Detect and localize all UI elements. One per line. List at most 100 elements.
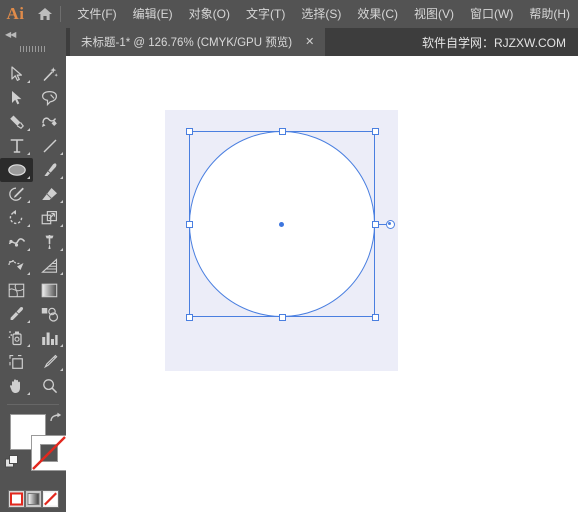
hand-tool[interactable] bbox=[0, 374, 33, 398]
document-canvas[interactable] bbox=[66, 56, 578, 512]
menu-item-type[interactable]: 文字(T) bbox=[238, 3, 293, 25]
document-tab-title: 未标题-1* @ 126.76% (CMYK/GPU 预览) bbox=[81, 37, 293, 49]
default-fill-stroke-icon[interactable] bbox=[5, 455, 19, 474]
paintbrush-tool[interactable] bbox=[33, 158, 66, 182]
mesh-tool[interactable] bbox=[0, 278, 33, 302]
pen-tool[interactable] bbox=[0, 110, 33, 134]
tool-row bbox=[0, 134, 66, 158]
menu-item-view[interactable]: 视图(V) bbox=[406, 3, 462, 25]
handle-top-left[interactable] bbox=[185, 127, 193, 135]
handle-middle-left[interactable] bbox=[185, 220, 193, 228]
symbol-sprayer-tool[interactable] bbox=[0, 326, 33, 350]
home-icon[interactable] bbox=[31, 0, 58, 28]
flyout-corner-icon bbox=[60, 152, 63, 155]
tool-grid bbox=[0, 62, 66, 398]
menu-item-file[interactable]: 文件(F) bbox=[69, 3, 124, 25]
tool-row bbox=[0, 278, 66, 302]
direct-selection-tool[interactable] bbox=[0, 86, 33, 110]
app-logo: Ai bbox=[6, 4, 25, 23]
flyout-corner-icon bbox=[27, 344, 30, 347]
tool-row bbox=[0, 326, 66, 350]
watermark-text: 软件自学网：RJZXW.COM bbox=[422, 35, 566, 50]
grip-dots-icon bbox=[20, 46, 46, 52]
scale-tool[interactable] bbox=[33, 206, 66, 230]
rotate-widget-icon[interactable] bbox=[385, 219, 395, 229]
tool-row bbox=[0, 302, 66, 326]
handle-top-right[interactable] bbox=[371, 127, 379, 135]
shape-builder-tool[interactable] bbox=[0, 254, 33, 278]
document-tab[interactable]: 未标题-1* @ 126.76% (CMYK/GPU 预览) ✕ bbox=[70, 28, 326, 56]
illustrator-window: Ai 文件(F) 编辑(E) 对象(O) 文字(T) 选择(S) 效果(C) 视… bbox=[0, 0, 578, 512]
artboard-tool[interactable] bbox=[0, 350, 33, 374]
handle-bottom-left[interactable] bbox=[185, 313, 193, 321]
color-mode-button[interactable] bbox=[8, 490, 25, 508]
tool-row bbox=[0, 350, 66, 374]
tool-row bbox=[0, 230, 66, 254]
handle-middle-right[interactable] bbox=[371, 220, 379, 228]
paint-mode-bar bbox=[8, 490, 60, 508]
column-graph-tool[interactable] bbox=[33, 326, 66, 350]
flyout-corner-icon bbox=[27, 224, 30, 227]
blend-tool[interactable] bbox=[33, 302, 66, 326]
lasso-tool[interactable] bbox=[33, 86, 66, 110]
selection-tool[interactable] bbox=[0, 62, 33, 86]
flyout-corner-icon bbox=[27, 176, 30, 179]
menu-item-edit[interactable]: 编辑(E) bbox=[125, 3, 181, 25]
rotate-tool[interactable] bbox=[0, 206, 33, 230]
menu-item-list: 文件(F) 编辑(E) 对象(O) 文字(T) 选择(S) 效果(C) 视图(V… bbox=[69, 3, 578, 25]
tool-row bbox=[0, 182, 66, 206]
none-mode-button[interactable] bbox=[42, 490, 59, 508]
gradient-mode-button[interactable] bbox=[25, 490, 42, 508]
handle-bottom-right[interactable] bbox=[371, 313, 379, 321]
shape-center-point bbox=[278, 221, 284, 227]
tool-row bbox=[0, 86, 66, 110]
flyout-corner-icon bbox=[60, 272, 63, 275]
flyout-corner-icon bbox=[27, 200, 30, 203]
menu-item-select[interactable]: 选择(S) bbox=[293, 3, 349, 25]
eyedropper-tool[interactable] bbox=[0, 302, 33, 326]
flyout-corner-icon bbox=[60, 200, 63, 203]
shaper-tool[interactable] bbox=[0, 182, 33, 206]
tool-row bbox=[0, 110, 66, 134]
ellipse-tool[interactable] bbox=[0, 158, 33, 182]
flyout-corner-icon bbox=[27, 152, 30, 155]
tool-row bbox=[0, 254, 66, 278]
zoom-tool[interactable] bbox=[33, 374, 66, 398]
handle-bottom-center[interactable] bbox=[278, 313, 286, 321]
menu-bar: Ai 文件(F) 编辑(E) 对象(O) 文字(T) 选择(S) 效果(C) 视… bbox=[0, 0, 578, 28]
toolbar-drag-handle[interactable] bbox=[0, 42, 66, 56]
tool-row bbox=[0, 374, 66, 398]
stroke-swatch[interactable] bbox=[31, 435, 67, 471]
menu-item-window[interactable]: 窗口(W) bbox=[462, 3, 521, 25]
menu-divider bbox=[60, 6, 62, 22]
flyout-corner-icon bbox=[27, 272, 30, 275]
line-segment-tool[interactable] bbox=[33, 134, 66, 158]
none-slash-icon bbox=[31, 435, 67, 471]
free-transform-tool[interactable] bbox=[33, 230, 66, 254]
menu-item-help[interactable]: 帮助(H) bbox=[521, 3, 578, 25]
curvature-tool[interactable] bbox=[33, 110, 66, 134]
flyout-corner-icon bbox=[27, 128, 30, 131]
toolbar-divider bbox=[7, 404, 59, 405]
gradient-tool[interactable] bbox=[33, 278, 66, 302]
flyout-corner-icon bbox=[60, 224, 63, 227]
handle-top-center[interactable] bbox=[278, 127, 286, 135]
magic-wand-tool[interactable] bbox=[33, 62, 66, 86]
menu-item-effect[interactable]: 效果(C) bbox=[349, 3, 406, 25]
color-controls bbox=[0, 412, 67, 488]
flyout-corner-icon bbox=[60, 248, 63, 251]
flyout-corner-icon bbox=[27, 392, 30, 395]
eraser-tool[interactable] bbox=[33, 182, 66, 206]
flyout-corner-icon bbox=[60, 368, 63, 371]
flyout-corner-icon bbox=[60, 344, 63, 347]
collapse-panel-icon[interactable]: ◀◀ bbox=[0, 28, 66, 42]
close-icon[interactable]: ✕ bbox=[305, 36, 314, 48]
type-tool[interactable] bbox=[0, 134, 33, 158]
swap-fill-stroke-icon[interactable] bbox=[49, 412, 62, 427]
menu-item-object[interactable]: 对象(O) bbox=[181, 3, 238, 25]
width-tool[interactable] bbox=[0, 230, 33, 254]
slice-tool[interactable] bbox=[33, 350, 66, 374]
flyout-corner-icon bbox=[27, 80, 30, 83]
perspective-grid-tool[interactable] bbox=[33, 254, 66, 278]
tool-row bbox=[0, 158, 66, 182]
